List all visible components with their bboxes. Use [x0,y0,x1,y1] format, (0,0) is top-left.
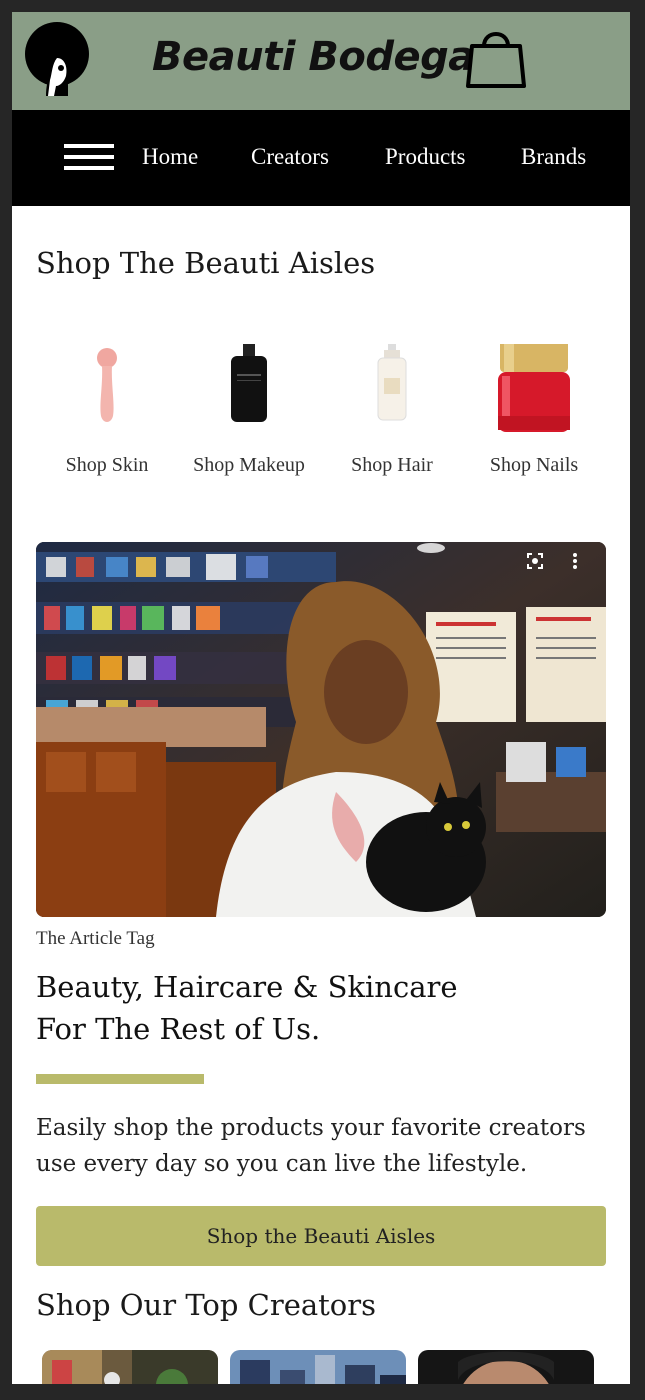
brand-bar: Beauti Bodega [12,12,630,110]
feature-headline: Beauty, Haircare & Skincare For The Rest… [36,966,556,1050]
main-navigation: Home Creators Products Brands [12,110,630,206]
bodega-shelves-illustration [36,542,606,917]
creators-section-title: Shop Our Top Creators [36,1288,377,1322]
shopping-bag-icon[interactable] [466,24,526,88]
aisle-makeup[interactable]: Shop Makeup [179,344,319,477]
creator-card[interactable] [42,1350,218,1384]
nav-brands[interactable]: Brands [521,144,586,170]
afro-silhouette-logo-icon[interactable] [24,20,90,96]
red-nail-polish-icon [498,330,570,432]
creator-photo [230,1350,406,1384]
creator-photo [42,1350,218,1384]
lens-icon[interactable] [524,552,546,574]
aisle-hair[interactable]: Shop Hair [322,344,462,477]
aisles-section-title: Shop The Beauti Aisles [36,246,376,280]
pump-lotion-bottle-icon [377,344,407,421]
more-vertical-icon[interactable] [564,552,586,574]
aisle-label: Shop Nails [489,454,579,476]
facial-cleansing-brush-icon [97,348,117,422]
aisle-nails[interactable]: Shop Nails [464,330,604,477]
aisle-label: Shop Hair [351,454,433,476]
headline-line-2: For The Rest of Us. [36,1012,321,1046]
nav-home[interactable]: Home [142,144,198,170]
feature-description: Easily shop the products your favorite c… [36,1115,586,1177]
nav-products[interactable]: Products [385,144,466,170]
nav-creators[interactable]: Creators [251,144,329,170]
shop-aisles-button[interactable]: Shop the Beauti Aisles [36,1206,606,1266]
page-frame: Beauti Bodega Home Creators Products Bra… [12,12,630,1384]
aisle-label: Shop Skin [65,454,149,476]
feature-hero-image[interactable] [36,542,606,917]
creator-card[interactable] [230,1350,406,1384]
aisle-skin[interactable]: Shop Skin [37,344,177,477]
brand-name[interactable]: Beauti Bodega [152,34,475,80]
creator-card[interactable] [418,1350,594,1384]
black-serum-bottle-icon [231,344,267,422]
hamburger-menu-icon[interactable] [64,144,114,174]
creator-photo [418,1350,594,1384]
article-tag[interactable]: The Article Tag [36,928,155,950]
aisle-label: Shop Makeup [193,454,305,476]
headline-line-1: Beauty, Haircare & Skincare [36,970,458,1004]
accent-divider [36,1074,204,1084]
